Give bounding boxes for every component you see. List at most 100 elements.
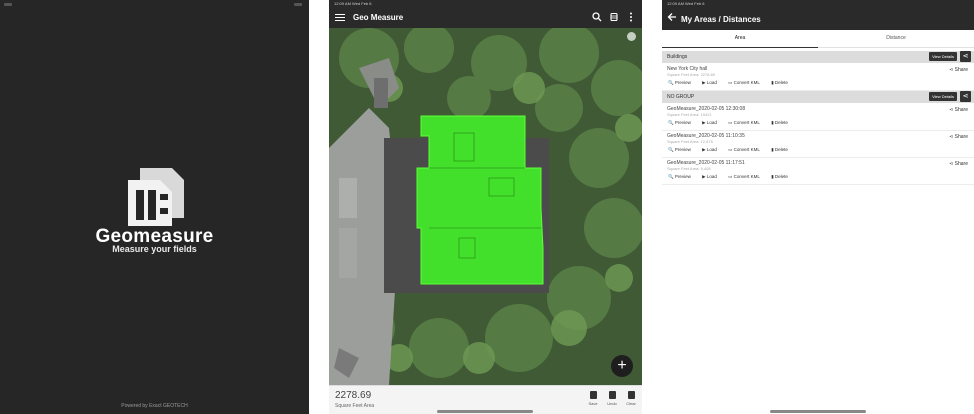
convert-kml-button[interactable]: ▭ Convert KML (728, 174, 765, 179)
preview-label: Preview (674, 80, 691, 85)
save-label: Save (588, 401, 598, 406)
list-item[interactable]: GeoMeasure_2020-02-05 12:30:08 Square Fe… (662, 104, 974, 131)
delete-button[interactable]: ▮ Delete (771, 120, 793, 125)
convert-kml-label: Convert KML (733, 80, 760, 85)
load-button[interactable]: ▶ Load (702, 174, 722, 179)
group-name: NO GROUP (667, 94, 695, 100)
preview-label: Preview (674, 174, 691, 179)
add-button[interactable]: + (611, 355, 633, 377)
areas-list-screen: 12:09 AM Wed Feb 6 My Areas / Distances … (662, 0, 974, 414)
undo-button[interactable]: Undo (604, 389, 620, 411)
save-icon (589, 391, 597, 399)
more-vert-icon[interactable] (626, 12, 636, 22)
item-actions: 🔍 Preview ▶ Load ▭ Convert KML ▮ Delete (668, 147, 798, 153)
group-name: Buildings (667, 54, 688, 60)
app-tagline: Measure your fields (112, 244, 197, 254)
delete-label: Delete (774, 147, 788, 152)
status-bar: 12:09 AM Wed Feb 6 (329, 0, 642, 8)
convert-kml-button[interactable]: ▭ Convert KML (728, 120, 765, 125)
powered-by-text: Powered by Exact GEOTECH (121, 403, 188, 409)
view-details-button[interactable]: View Details (929, 92, 957, 101)
status-time: 12:09 AM Wed Feb 6 (667, 1, 705, 6)
convert-kml-button[interactable]: ▭ Convert KML (728, 80, 765, 85)
share-label: Share (954, 67, 968, 73)
delete-label: Delete (774, 80, 788, 85)
tab-area[interactable]: Area (662, 30, 818, 48)
share-icon[interactable]: ⋖ (960, 51, 971, 62)
geomeasure-logo-icon (128, 168, 184, 226)
undo-label: Undo (607, 401, 617, 406)
share-label: Share (954, 107, 968, 113)
page-title: My Areas / Distances (681, 15, 761, 24)
group-header-no-group: NO GROUP View Details ⋖ (662, 91, 974, 103)
tab-distance[interactable]: Distance (818, 30, 974, 48)
status-indicator (4, 3, 12, 6)
load-button[interactable]: ▶ Load (702, 120, 722, 125)
share-button[interactable]: ⋖ Share (949, 134, 968, 140)
undo-icon (608, 391, 616, 399)
share-label: Share (954, 161, 968, 167)
item-actions: 🔍 Preview ▶ Load ▭ Convert KML ▮ Delete (668, 174, 798, 180)
search-icon[interactable] (592, 12, 602, 22)
load-label: Load (706, 120, 717, 125)
share-icon[interactable]: ⋖ (960, 91, 971, 102)
layers-icon[interactable] (609, 12, 619, 22)
convert-kml-label: Convert KML (733, 174, 760, 179)
back-arrow-icon[interactable] (667, 12, 677, 25)
home-indicator (770, 410, 866, 413)
clear-label: Clear (626, 401, 636, 406)
preview-button[interactable]: 🔍 Preview (668, 80, 696, 85)
load-label: Load (706, 80, 717, 85)
preview-button[interactable]: 🔍 Preview (668, 174, 696, 179)
delete-button[interactable]: ▮ Delete (771, 147, 793, 152)
clear-icon (627, 391, 635, 399)
delete-label: Delete (774, 120, 788, 125)
item-subtitle: Square Feet Area: 19421 (667, 112, 712, 117)
splash-screen: Geomeasure Measure your fields Powered b… (0, 0, 309, 414)
share-button[interactable]: ⋖ Share (949, 161, 968, 167)
preview-button[interactable]: 🔍 Preview (668, 120, 696, 125)
convert-kml-label: Convert KML (733, 147, 760, 152)
page-title: Geo Measure (353, 13, 404, 22)
load-label: Load (706, 174, 717, 179)
status-time: 12:09 AM Wed Feb 6 (334, 1, 372, 6)
convert-kml-label: Convert KML (733, 120, 760, 125)
preview-label: Preview (674, 147, 691, 152)
list-item[interactable]: GeoMeasure_2020-02-05 11:10:35 Square Fe… (662, 131, 974, 158)
preview-label: Preview (674, 120, 691, 125)
item-actions: 🔍 Preview ▶ Load ▭ Convert KML ▮ Delete (668, 80, 798, 86)
share-label: Share (954, 134, 968, 140)
load-button[interactable]: ▶ Load (702, 147, 722, 152)
compass-icon[interactable] (627, 32, 636, 41)
load-label: Load (706, 147, 717, 152)
item-subtitle: Square Feet Area: 2278.69 (667, 72, 716, 77)
list-item[interactable]: New York City hall Square Feet Area: 227… (662, 64, 974, 91)
home-indicator (437, 410, 533, 413)
area-unit: Square Feet Area (335, 403, 375, 409)
share-button[interactable]: ⋖ Share (949, 107, 968, 113)
map-screen: 12:09 AM Wed Feb 6 Geo Measure + 2278.69… (329, 0, 642, 414)
battery-icon (294, 3, 302, 6)
delete-button[interactable]: ▮ Delete (771, 174, 793, 179)
list-item[interactable]: GeoMeasure_2020-02-05 11:17:51 Square Fe… (662, 158, 974, 185)
item-subtitle: Square Feet Area: 12,876 (667, 139, 713, 144)
share-button[interactable]: ⋖ Share (949, 67, 968, 73)
load-button[interactable]: ▶ Load (702, 80, 722, 85)
preview-button[interactable]: 🔍 Preview (668, 147, 696, 152)
status-bar: 12:09 AM Wed Feb 6 (662, 0, 974, 8)
menu-icon[interactable] (335, 12, 345, 22)
satellite-map[interactable] (329, 28, 642, 385)
delete-label: Delete (774, 174, 788, 179)
item-actions: 🔍 Preview ▶ Load ▭ Convert KML ▮ Delete (668, 120, 798, 126)
delete-button[interactable]: ▮ Delete (771, 80, 793, 85)
clear-button[interactable]: Clear (623, 389, 639, 411)
item-subtitle: Square Feet Area: 9,408 (667, 166, 711, 171)
save-button[interactable]: Save (585, 389, 601, 411)
view-details-button[interactable]: View Details (929, 52, 957, 61)
tab-bar: Area Distance (662, 30, 974, 48)
app-bar: Geo Measure (329, 8, 642, 28)
area-value: 2278.69 (335, 390, 372, 401)
app-bar: My Areas / Distances (662, 8, 974, 30)
group-header-buildings: Buildings View Details ⋖ (662, 51, 974, 63)
convert-kml-button[interactable]: ▭ Convert KML (728, 147, 765, 152)
